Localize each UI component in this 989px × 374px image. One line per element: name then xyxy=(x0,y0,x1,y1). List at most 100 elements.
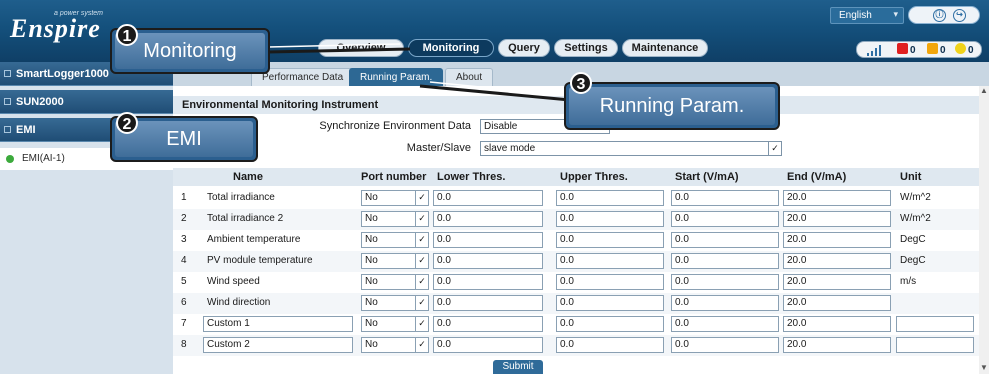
port-select[interactable]: No ✓ xyxy=(361,337,429,353)
end-input[interactable]: 20.0 xyxy=(783,274,891,290)
lower-thres-input[interactable]: 0.0 xyxy=(433,274,543,290)
start-input[interactable]: 0.0 xyxy=(671,295,779,311)
port-select[interactable]: No ✓ xyxy=(361,316,429,332)
status-area: 0 0 0 xyxy=(856,41,982,58)
master-slave-select[interactable]: slave mode ✓ xyxy=(480,141,782,156)
name-label: Wind direction xyxy=(207,297,271,308)
start-input[interactable]: 0.0 xyxy=(671,211,779,227)
logout-icon[interactable]: ↪ xyxy=(953,9,966,22)
expand-icon xyxy=(4,98,11,105)
row-number: 6 xyxy=(181,297,187,308)
sidebar-item-label: SmartLogger1000 xyxy=(16,68,109,80)
tab-maintenance[interactable]: Maintenance xyxy=(622,39,708,57)
tab-about[interactable]: About xyxy=(445,68,494,86)
lower-thres-input[interactable]: 0.0 xyxy=(433,316,543,332)
upper-thres-input[interactable]: 0.0 xyxy=(556,253,664,269)
end-input[interactable]: 20.0 xyxy=(783,253,891,269)
table-row: 1 Total irradiance No ✓ 0.0 0.0 0.0 20.0 W/m^2 xyxy=(173,188,979,209)
unit-input[interactable] xyxy=(896,337,974,353)
col-lower: Lower Thres. xyxy=(437,171,506,183)
port-select[interactable]: No ✓ xyxy=(361,190,429,206)
start-input[interactable]: 0.0 xyxy=(671,232,779,248)
chevron-down-icon: ✓ xyxy=(415,338,428,352)
chevron-down-icon: ✓ xyxy=(415,191,428,205)
upper-thres-input[interactable]: 0.0 xyxy=(556,274,664,290)
end-input[interactable]: 20.0 xyxy=(783,316,891,332)
name-label: Ambient temperature xyxy=(207,234,301,245)
master-slave-value: slave mode xyxy=(484,143,536,154)
submit-button[interactable]: Submit xyxy=(493,360,543,374)
row-number: 1 xyxy=(181,192,187,203)
lower-thres-input[interactable]: 0.0 xyxy=(433,232,543,248)
info-icon[interactable]: ⓘ xyxy=(933,9,946,22)
table-row: 3 Ambient temperature No ✓ 0.0 0.0 0.0 20.0 DegC xyxy=(173,230,979,251)
row-number: 3 xyxy=(181,234,187,245)
upper-thres-input[interactable]: 0.0 xyxy=(556,295,664,311)
upper-thres-input[interactable]: 0.0 xyxy=(556,190,664,206)
start-input[interactable]: 0.0 xyxy=(671,190,779,206)
callout-number-2: 2 xyxy=(116,112,138,134)
port-select[interactable]: No ✓ xyxy=(361,232,429,248)
tab-query[interactable]: Query xyxy=(498,39,550,57)
upper-thres-input[interactable]: 0.0 xyxy=(556,337,664,353)
name-label: Total irradiance xyxy=(207,192,275,203)
port-select[interactable]: No ✓ xyxy=(361,253,429,269)
callout-number-3: 3 xyxy=(570,72,592,94)
end-input[interactable]: 20.0 xyxy=(783,337,891,353)
tab-running-param[interactable]: Running Param. xyxy=(349,68,444,86)
table-row: 5 Wind speed No ✓ 0.0 0.0 0.0 20.0 m/s xyxy=(173,272,979,293)
upper-thres-input[interactable]: 0.0 xyxy=(556,232,664,248)
tab-settings[interactable]: Settings xyxy=(554,39,618,57)
vertical-scrollbar[interactable]: ▲ ▼ xyxy=(979,86,989,374)
port-select[interactable]: No ✓ xyxy=(361,274,429,290)
start-input[interactable]: 0.0 xyxy=(671,274,779,290)
major-alarm-count[interactable]: 0 xyxy=(927,43,946,56)
end-input[interactable]: 20.0 xyxy=(783,232,891,248)
unit-label: W/m^2 xyxy=(900,213,931,224)
scroll-down-icon[interactable]: ▼ xyxy=(980,363,988,372)
chevron-down-icon: ✓ xyxy=(415,254,428,268)
language-select[interactable]: English ▾ xyxy=(830,7,904,24)
chevron-down-icon: ✓ xyxy=(415,296,428,310)
critical-alarm-count[interactable]: 0 xyxy=(897,43,916,56)
lower-thres-input[interactable]: 0.0 xyxy=(433,190,543,206)
start-input[interactable]: 0.0 xyxy=(671,253,779,269)
tab-overview[interactable]: Overview xyxy=(318,39,404,57)
lower-thres-input[interactable]: 0.0 xyxy=(433,253,543,269)
port-value: No xyxy=(365,297,378,308)
chevron-down-icon: ✓ xyxy=(415,233,428,247)
row-number: 7 xyxy=(181,318,187,329)
minor-alarm-count[interactable]: 0 xyxy=(955,43,974,56)
sidebar-item-sun2000[interactable]: SUN2000 xyxy=(0,90,173,114)
port-select[interactable]: No ✓ xyxy=(361,211,429,227)
unit-label: m/s xyxy=(900,276,917,287)
port-select[interactable]: No ✓ xyxy=(361,295,429,311)
lower-thres-input[interactable]: 0.0 xyxy=(433,211,543,227)
upper-thres-input[interactable]: 0.0 xyxy=(556,211,664,227)
table-row: 7 Custom 1 No ✓ 0.0 0.0 0.0 20.0 xyxy=(173,314,979,335)
end-input[interactable]: 20.0 xyxy=(783,190,891,206)
chevron-down-icon: ✓ xyxy=(415,212,428,226)
end-input[interactable]: 20.0 xyxy=(783,295,891,311)
port-value: No xyxy=(365,276,378,287)
table-row: 2 Total irradiance 2 No ✓ 0.0 0.0 0.0 20.0 W/m^2 xyxy=(173,209,979,230)
name-input[interactable]: Custom 2 xyxy=(203,337,353,353)
start-input[interactable]: 0.0 xyxy=(671,337,779,353)
upper-thres-input[interactable]: 0.0 xyxy=(556,316,664,332)
port-value: No xyxy=(365,255,378,266)
name-input[interactable]: Custom 1 xyxy=(203,316,353,332)
status-dot-icon xyxy=(6,155,14,163)
sync-label: Synchronize Environment Data xyxy=(319,120,471,132)
name-label: Total irradiance 2 xyxy=(207,213,284,224)
lower-thres-input[interactable]: 0.0 xyxy=(433,337,543,353)
language-value: English xyxy=(839,10,872,21)
start-input[interactable]: 0.0 xyxy=(671,316,779,332)
unit-input[interactable] xyxy=(896,316,974,332)
unit-label: DegC xyxy=(900,234,926,245)
tab-monitoring[interactable]: Monitoring xyxy=(408,39,494,57)
lower-thres-input[interactable]: 0.0 xyxy=(433,295,543,311)
scroll-up-icon[interactable]: ▲ xyxy=(980,86,988,95)
end-input[interactable]: 20.0 xyxy=(783,211,891,227)
chevron-down-icon: ✓ xyxy=(415,317,428,331)
collapse-icon xyxy=(4,126,11,133)
